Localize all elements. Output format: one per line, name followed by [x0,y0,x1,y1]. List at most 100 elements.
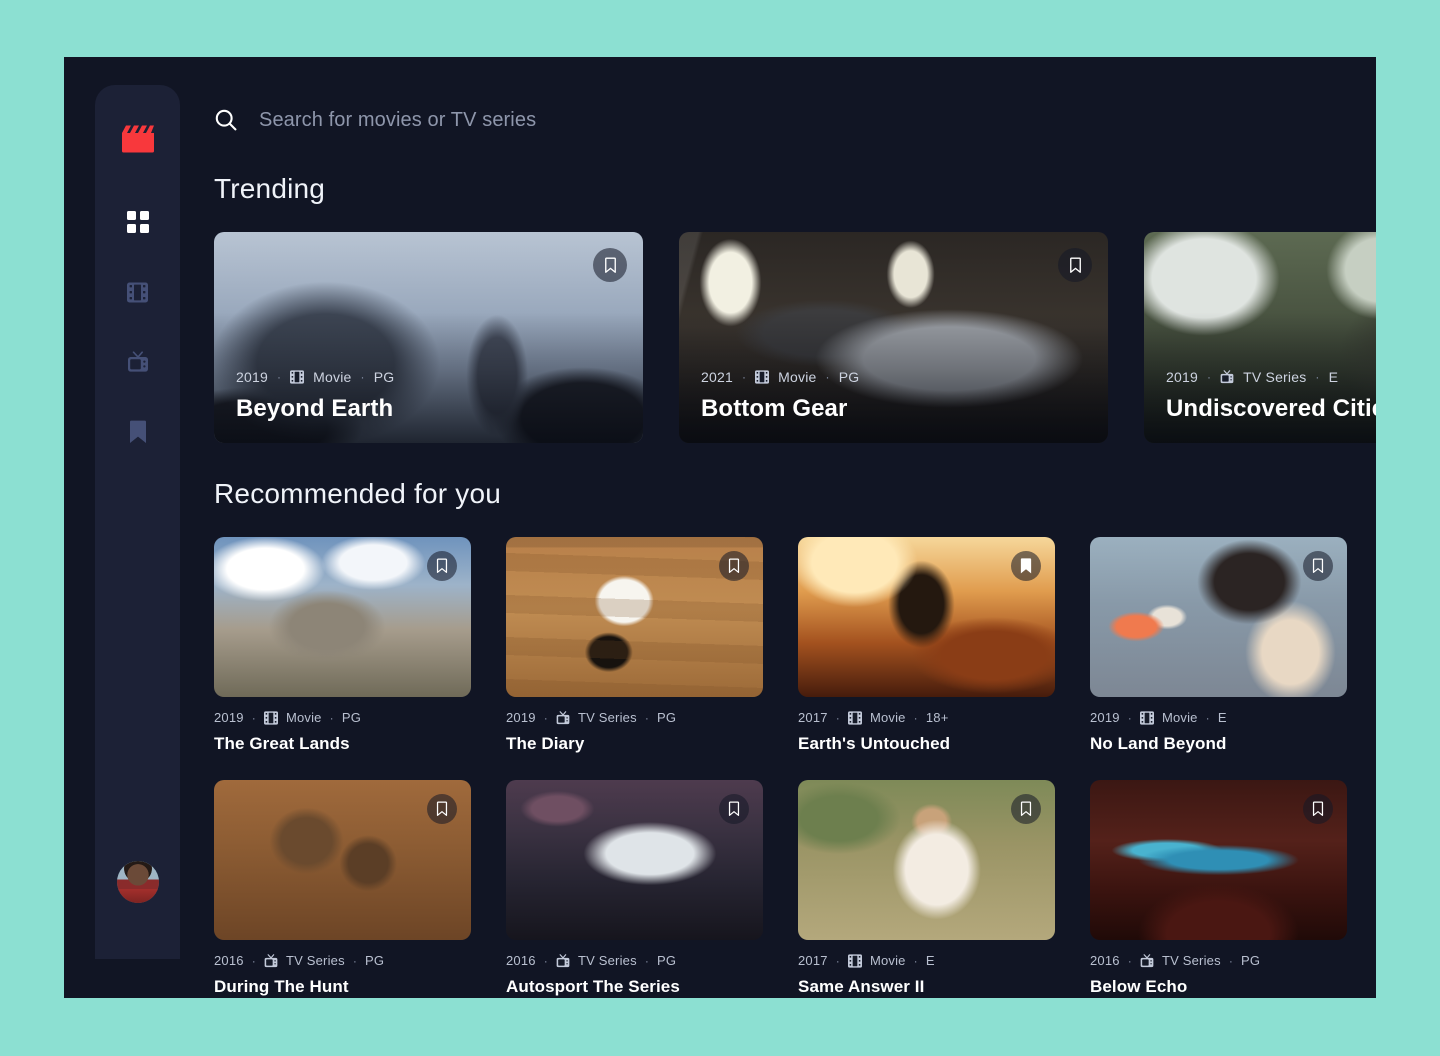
tv-glyph [1220,370,1234,384]
meta-separator: · [543,953,548,968]
clapperboard-icon[interactable] [118,118,158,158]
recommended-card-thumbnail[interactable] [214,780,471,940]
meta-separator: · [543,710,548,725]
bookmark-button[interactable] [1058,248,1092,282]
recommended-card-year: 2016 [214,953,244,968]
bookmark-outline-glyph [436,558,448,573]
film-strip-icon [290,370,305,384]
trending-card-year: 2019 [236,369,268,385]
film-strip-glyph [290,370,305,384]
tv-glyph [556,710,570,724]
bookmark-outline-glyph [728,801,740,816]
recommended-card-rating: PG [1241,953,1261,968]
recommended-card-title: No Land Beyond [1090,734,1227,753]
bookmark-button[interactable] [427,794,457,824]
recommended-card-year: 2019 [214,710,244,725]
bookmark-button[interactable] [427,551,457,581]
bookmark-button[interactable] [1303,794,1333,824]
recommended-card[interactable]: 2016 · TV Series · PG Autosport The Series [506,780,763,997]
avatar-shirt [116,888,159,903]
film-strip-glyph [847,710,862,725]
bookmark-button[interactable] [1011,551,1041,581]
search-input[interactable] [259,108,1114,132]
meta-separator: · [835,953,840,968]
recommended-card-thumbnail[interactable] [214,537,471,697]
recommended-card-rating: PG [341,710,362,725]
bookmark-button[interactable] [593,248,627,282]
tv-icon [1140,953,1154,968]
bookmark-outline-glyph [604,256,616,273]
trending-card[interactable]: 2019 · Movie · PG Beyond Earth [214,232,643,443]
tv-glyph [1140,953,1154,967]
recommended-card-thumbnail[interactable] [798,780,1055,940]
trending-card-type: Movie [778,369,817,385]
tv-icon [1220,370,1234,384]
recommended-card-title: Autosport The Series [506,977,680,996]
bookmark-outline-glyph [1020,801,1032,816]
trending-card-rating: PG [373,369,395,385]
recommended-card-meta: 2019 · TV Series · PG [506,710,763,725]
bookmark-button[interactable] [719,794,749,824]
recommended-card-rating: E [1217,710,1227,725]
recommended-card-thumbnail[interactable] [798,537,1055,697]
trending-card-year: 2019 [1166,369,1198,385]
recommended-card-rating: PG [657,953,677,968]
meta-separator: · [825,370,830,384]
recommended-card[interactable]: 2017 · Movie · 18+ Earth's Untouched [798,537,1055,754]
bookmark-filled-glyph [1020,558,1032,574]
bookmark-button[interactable] [1011,794,1041,824]
tv-icon [556,953,570,968]
trending-card[interactable]: 2019 · TV Series · E Undiscovered Cities [1144,232,1376,443]
trending-card-rating: E [1328,369,1339,385]
meta-separator: · [352,953,358,968]
trending-card-rating: PG [838,369,860,385]
meta-separator: · [251,953,256,968]
film-strip-icon [847,953,862,968]
recommended-card-year: 2017 [798,953,828,968]
trending-card-type: Movie [313,369,352,385]
recommended-card[interactable]: 2019 · TV Series · PG The Diary [506,537,763,754]
sidebar-item-tv-series[interactable] [116,344,160,380]
film-strip-glyph [847,953,862,968]
meta-separator: · [1315,370,1320,384]
recommended-card-year: 2017 [798,710,828,725]
trending-card-meta: 2019 · Movie · PG [236,369,394,385]
recommended-card-type: Movie [1161,710,1198,725]
recommended-card-thumbnail[interactable] [1090,537,1347,697]
bookmark-button[interactable] [1303,551,1333,581]
bookmark-icon [129,420,146,443]
recommended-card-type: TV Series [577,710,637,725]
recommended-card-thumbnail[interactable] [506,780,763,940]
tv-icon [264,953,278,968]
recommended-card[interactable]: 2016 · TV Series · PG During The Hunt [214,780,471,997]
trending-card-title: Beyond Earth [236,395,394,422]
film-strip-icon [1139,710,1154,725]
recommended-card-meta: 2017 · Movie · 18+ [798,710,1055,725]
recommended-card[interactable]: 2017 · Movie · E Same Answer II [798,780,1055,997]
recommended-card-thumbnail[interactable] [1090,780,1347,940]
recommended-card-type: TV Series [285,953,345,968]
bookmark-button[interactable] [719,551,749,581]
film-strip-icon [263,710,278,725]
recommended-card-year: 2019 [1090,710,1120,725]
app-window: Trending 2019 · Movie · PG Beyond Earth 2021 · M… [64,57,1376,998]
recommended-card-rating: PG [365,953,385,968]
meta-separator: · [835,710,840,725]
trending-card[interactable]: 2021 · Movie · PG Bottom Gear [679,232,1108,443]
sidebar-item-dashboard[interactable] [116,204,160,240]
recommended-card[interactable]: 2019 · Movie · PG The Great Lands [214,537,471,754]
main-content: Trending 2019 · Movie · PG Beyond Earth 2021 · M… [214,57,1376,998]
sidebar-item-bookmarks[interactable] [116,414,160,450]
meta-separator: · [644,710,650,725]
tv-glyph [556,953,570,967]
user-avatar[interactable] [116,861,159,903]
recommended-card[interactable]: 2019 · Movie · E No Land Beyond [1090,537,1347,754]
sidebar-item-movies[interactable] [116,274,160,310]
meta-separator: · [913,953,918,968]
search-icon[interactable] [214,108,238,132]
recommended-card-title: During The Hunt [214,977,349,996]
search-bar [214,108,1114,132]
tv-glyph [264,953,278,967]
recommended-card-thumbnail[interactable] [506,537,763,697]
recommended-card[interactable]: 2016 · TV Series · PG Below Echo [1090,780,1347,997]
